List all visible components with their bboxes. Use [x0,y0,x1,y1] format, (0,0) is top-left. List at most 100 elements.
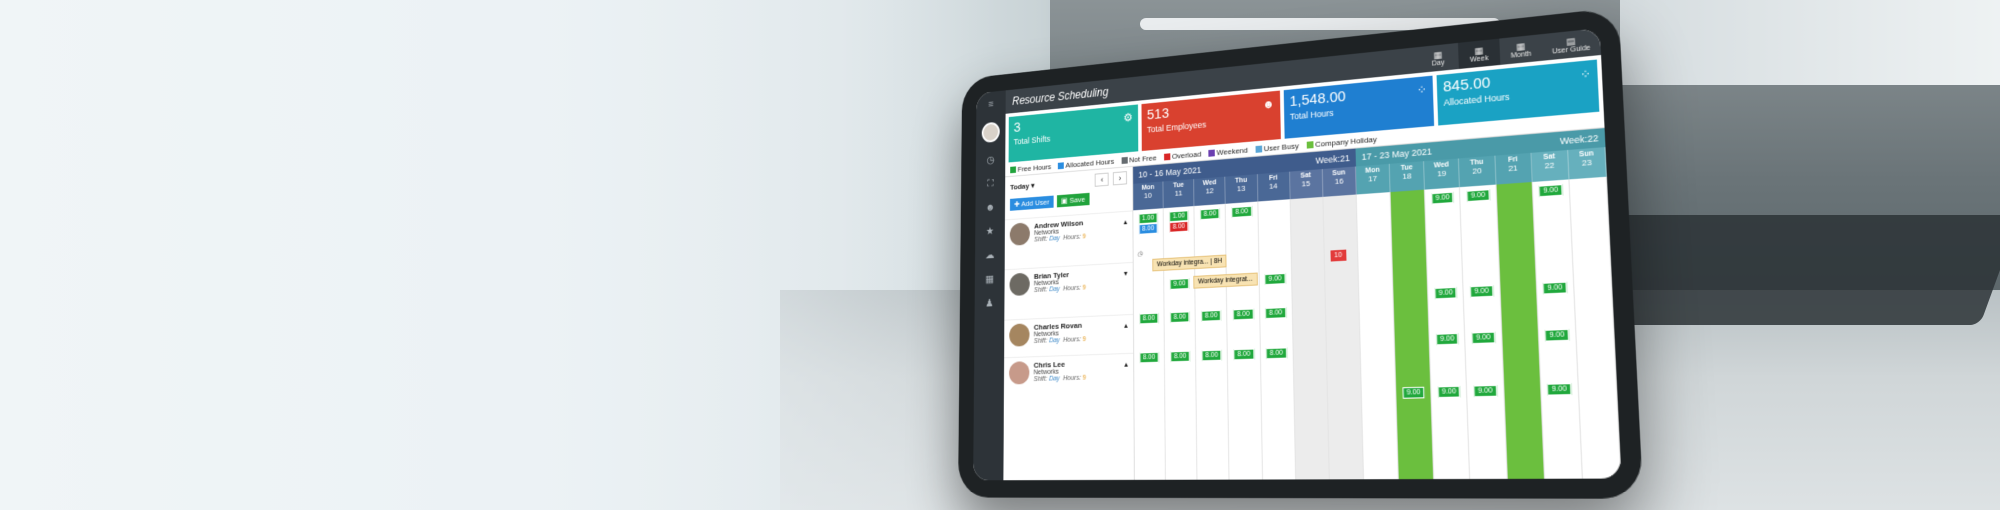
free-hours-chip[interactable]: 8.00 [1201,310,1221,322]
clock-icon[interactable]: ◷ [1137,250,1142,258]
free-hours-chip[interactable]: 8.00 [1170,311,1190,323]
avatar [1010,222,1030,246]
free-hours-chip[interactable]: 9.00 [1547,383,1571,396]
user-shift: Shift: Day Hours: 9 [1034,336,1086,345]
save-button[interactable]: ▣ Save [1057,193,1090,208]
view-week-button[interactable]: ▦ Week [1458,39,1500,69]
day-cell: Tue 11 [1164,179,1195,208]
person-icon[interactable]: ♟ [985,298,993,310]
free-hours-chip[interactable]: 8.00 [1202,350,1222,362]
day-cell: Sun 16 [1323,166,1357,196]
user-icon[interactable]: ☻ [985,202,995,214]
app-main: Resource Scheduling ▦ Day ▦ Week ▦ Month ▤ U… [1003,28,1621,480]
free-hours-chip[interactable]: 9.00 [1470,285,1493,298]
chevron-up-icon[interactable]: ▴ [1124,321,1128,330]
save-icon: ▣ [1061,196,1067,205]
day-cell: Fri 21 [1495,153,1532,185]
day-column: 8.00 9.00 8.00 8.00 [1195,204,1230,480]
day-cell: Sat 15 [1290,169,1323,199]
day-column: 1.00 8.00 8.00 8.00 ◷ [1133,208,1166,480]
avatar [1009,323,1029,346]
free-hours-chip[interactable]: 9.00 [1539,184,1563,197]
free-hours-chip[interactable]: 9.00 [1466,189,1489,202]
side-rail: ≡ ◷ ⛶ ☻ ★ ☁ ▦ ♟ [973,90,1006,480]
free-hours-chip[interactable]: 9.00 [1543,282,1567,295]
day-cell: Wed 19 [1424,158,1460,189]
chevron-up-icon[interactable]: ▴ [1124,217,1128,226]
grid-icon[interactable]: ▦ [985,274,994,286]
background-window [1620,0,2000,85]
user-column: Today ▾ ‹ › ✚ Add User ▣ Save Andrew Wil… [1003,167,1134,480]
menu-icon[interactable]: ≡ [988,99,993,110]
free-hours-chip[interactable]: 8.00 [1233,349,1254,361]
free-hours-chip[interactable]: 9.00 [1438,386,1461,398]
overload-chip[interactable]: 8.00 [1169,221,1189,233]
free-hours-chip[interactable]: 8.00 [1170,351,1190,363]
free-hours-chip[interactable]: 9.00 [1170,278,1190,290]
free-hours-chip[interactable]: 9.00 [1436,333,1459,345]
day-cell: Tue 18 [1390,161,1425,192]
free-hours-chip[interactable]: 8.00 [1265,307,1286,319]
schedule-grid: Today ▾ ‹ › ✚ Add User ▣ Save Andrew Wil… [1003,127,1621,480]
chevron-down-icon[interactable]: ▾ [1124,269,1128,278]
users-icon: ☻ [1263,97,1275,112]
prev-button[interactable]: ‹ [1095,173,1109,187]
free-hours-chip[interactable]: 8.00 [1139,352,1159,363]
avatar [1009,273,1029,297]
add-user-icon: ✚ [1014,200,1020,209]
dots-grid-icon: ⁘ [1580,66,1592,82]
day-column: 1.00 8.00 9.00 8.00 8.00 [1164,206,1198,480]
view-day-button[interactable]: ▦ Day [1417,43,1458,73]
cloud-icon[interactable]: ☁ [985,250,994,262]
clock-icon[interactable]: ◷ [987,155,995,167]
free-hours-chip[interactable]: 9.00 [1431,192,1454,205]
stat-card-shifts: 3 Total Shifts ⚙ [1009,104,1139,162]
free-hours-chip[interactable]: 9.00 [1402,387,1425,399]
tablet-device: ≡ ◷ ⛶ ☻ ★ ☁ ▦ ♟ Resource Scheduling ▦ Day… [958,7,1643,498]
user-row[interactable]: Brian Tyler Networks Shift: Day Hours: 9… [1004,262,1133,320]
legend-not-free: Not Free [1121,154,1156,165]
user-shift: Shift: Day Hours: 9 [1034,285,1086,294]
tablet-screen: ≡ ◷ ⛶ ☻ ★ ☁ ▦ ♟ Resource Scheduling ▦ Day… [973,28,1621,480]
day-cell: Sat 22 [1531,150,1569,182]
user-row[interactable]: Chris Lee Networks Shift: Day Hours: 9 ▴ [1004,353,1134,395]
chevron-up-icon[interactable]: ▴ [1124,360,1128,369]
free-hours-chip[interactable]: 8.00 [1266,347,1287,359]
avatar[interactable] [982,122,1000,144]
background-scene: ≡ ◷ ⛶ ☻ ★ ☁ ▦ ♟ Resource Scheduling ▦ Day… [0,0,2000,510]
day-cell: Fri 14 [1257,172,1290,202]
left-haze [0,0,1000,510]
free-hours-chip[interactable]: 8.00 [1200,208,1220,220]
day-cell: Sun 23 [1568,147,1607,179]
free-hours-chip[interactable]: 9.00 [1472,332,1495,344]
star-icon[interactable]: ★ [986,226,994,238]
dots-grid-icon: ⁘ [1416,82,1427,97]
add-user-button[interactable]: ✚ Add User [1010,196,1054,211]
expand-icon[interactable]: ⛶ [987,178,993,189]
overload-block[interactable]: 10 [1330,250,1346,262]
day-cell: Thu 13 [1226,174,1258,204]
user-row[interactable]: Andrew Wilson Networks Shift: Day Hours:… [1005,210,1133,269]
day-cell: Mon 17 [1356,164,1391,195]
day-cell: Mon 10 [1133,181,1164,210]
free-hours-chip[interactable]: 9.00 [1434,287,1457,300]
free-hours-chip[interactable]: 9.00 [1473,385,1497,397]
chevron-down-icon: ▾ [1031,181,1034,190]
free-hours-chip[interactable]: 9.00 [1545,329,1569,342]
day-cell: Wed 12 [1194,177,1226,206]
free-hours-chip[interactable]: 8.00 [1233,309,1254,321]
allocated-hours-chip[interactable]: 8.00 [1138,223,1157,235]
day-column: 8.00 9.00 8.00 8.00 [1226,201,1263,479]
avatar [1009,361,1029,384]
schedule-body: 1.00 8.00 8.00 8.00 ◷ 1.00 8.00 9.00 8.0… [1133,177,1621,480]
today-dropdown[interactable]: Today ▾ [1010,181,1034,191]
next-button[interactable]: › [1113,171,1127,185]
gear-icon: ⚙ [1123,111,1132,125]
day-cell: Thu 20 [1459,156,1496,187]
user-row[interactable]: Charles Rovan Networks Shift: Day Hours:… [1004,314,1133,357]
free-hours-chip[interactable]: 8.00 [1231,206,1251,218]
free-hours-chip[interactable]: 9.00 [1265,273,1286,285]
user-shift: Shift: Day Hours: 9 [1034,375,1087,383]
calendar-area: 10 - 16 May 2021 Week:21 17 - 23 May 2021… [1133,128,1621,480]
free-hours-chip[interactable]: 8.00 [1139,313,1159,325]
